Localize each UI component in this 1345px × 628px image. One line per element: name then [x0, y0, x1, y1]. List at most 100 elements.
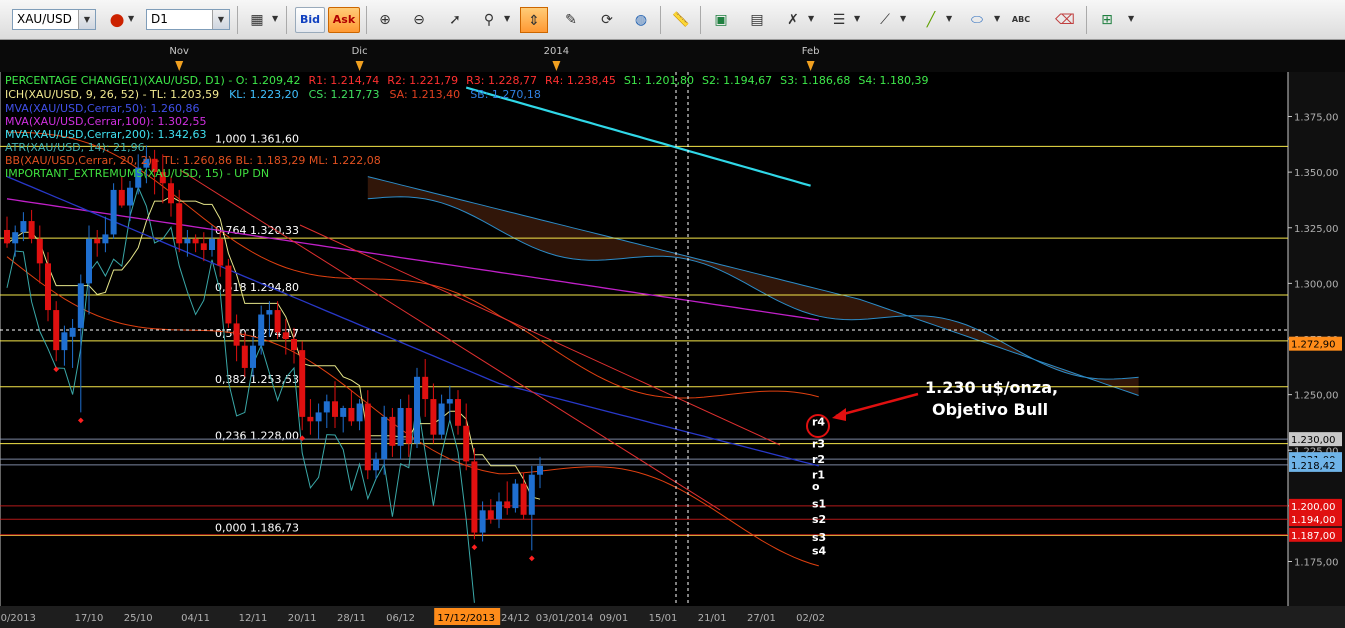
legend-s3: S3: 1.186,68	[780, 74, 850, 87]
candle-body	[405, 407, 412, 444]
fan-dropdown-icon[interactable]: ▼	[900, 14, 906, 23]
lines-dropdown-icon[interactable]: ▼	[854, 14, 860, 23]
price-chart[interactable]: Nov Dic 2014 Feb 1,000 1.361,60 0,764 1.320,…	[0, 40, 1345, 628]
properties-icon[interactable]: ✎	[558, 7, 584, 33]
separator	[237, 6, 238, 34]
chart-type-icon[interactable]: ▦	[244, 7, 270, 33]
zoom-in-icon[interactable]: ⊕	[372, 7, 398, 33]
globe-icon[interactable]: ◍	[628, 7, 654, 33]
chart-type-dropdown-icon[interactable]: ▼	[272, 14, 278, 23]
candle-body	[381, 416, 388, 460]
price-tag: 1.200,00	[1291, 502, 1336, 513]
candle-body	[446, 399, 453, 404]
candle-body	[307, 416, 314, 422]
ellipse-dropdown-icon[interactable]: ▼	[994, 14, 1000, 23]
candle-body	[291, 339, 297, 351]
top-axis-band	[0, 40, 1345, 72]
candle-body	[512, 483, 519, 509]
x-tick-label: 15/01	[649, 613, 678, 624]
x-tick-label: 03/01/2014	[536, 613, 594, 624]
legend-ichimoku-kl: KL: 1.223,20	[229, 88, 299, 101]
template-icon[interactable]: ▤	[744, 7, 770, 33]
candle-body	[299, 350, 306, 417]
pivot-marker-o: o	[812, 480, 820, 493]
pivot-marker-r2: r2	[812, 453, 825, 466]
zoom-out-icon[interactable]: ⊖	[406, 7, 432, 33]
y-tick-label: 1.300,00	[1294, 279, 1339, 290]
candle-body	[414, 376, 420, 444]
indicators-icon[interactable]: ✗	[780, 7, 806, 33]
candle-body	[77, 283, 84, 328]
cursor-icon[interactable]: ➚	[442, 7, 468, 33]
bid-button[interactable]: Bid	[295, 7, 325, 33]
separator	[700, 6, 701, 34]
candle-body	[118, 189, 125, 206]
zoom-box-dropdown-icon[interactable]: ▼	[504, 14, 510, 23]
candle-body	[504, 501, 511, 509]
fib-label: 0,764 1.320,33	[215, 224, 299, 237]
legend-mva-100: MVA(XAU/USD,Cerrar,100): 1.302,55	[5, 115, 206, 128]
legend-atr: ATR(XAU/USD, 14): 21,96	[5, 141, 145, 154]
fib-label: 0,000 1.186,73	[215, 521, 299, 534]
x-tick-label: 03/10/2013	[0, 613, 36, 624]
candle-body	[61, 332, 68, 351]
legend-s1: S1: 1.201,80	[624, 74, 694, 87]
picture-icon[interactable]: ▣	[708, 7, 734, 33]
zoom-box-icon[interactable]: ⚲	[476, 7, 502, 33]
legend-ichimoku-sb: SB: 1.270,18	[470, 88, 541, 101]
autoscroll-icon[interactable]: ⇕	[520, 7, 548, 33]
timeframe-select[interactable]: D1 ▼	[146, 9, 230, 30]
legend-bollinger: BB(XAU/USD,Cerrar, 20, 2) - TL: 1.260,86…	[5, 154, 381, 167]
symbol-select[interactable]: XAU/USD ▼	[12, 9, 96, 30]
x-tick-label: 17/10	[75, 613, 104, 624]
candle-body	[53, 310, 60, 351]
legend-ichimoku-sa: SA: 1.213,40	[389, 88, 460, 101]
hierarchy-icon[interactable]: ⊞	[1094, 7, 1120, 33]
month-label: Nov	[169, 46, 189, 57]
candle-body	[4, 229, 10, 244]
candle-body	[430, 399, 437, 435]
candle-body	[250, 345, 256, 368]
x-tick-label: 27/01	[747, 613, 776, 624]
candle-body	[258, 314, 265, 346]
candle-body	[176, 203, 183, 244]
candle-body	[274, 310, 281, 333]
eraser-icon[interactable]: ⌫	[1052, 7, 1078, 33]
separator	[1086, 6, 1087, 34]
refresh-icon[interactable]: ⟳	[594, 7, 620, 33]
candle-body	[20, 221, 27, 233]
y-tick-label: 1.325,00	[1294, 224, 1339, 235]
fan-icon[interactable]: ⟋	[872, 7, 898, 33]
record-icon[interactable]: ●	[104, 7, 130, 33]
trendline-dropdown-icon[interactable]: ▼	[946, 14, 952, 23]
candle-body	[209, 238, 215, 250]
price-tag: 1.272,90	[1291, 340, 1336, 351]
candle-body	[315, 412, 322, 422]
month-label: 2014	[544, 46, 569, 57]
lines-icon[interactable]: ☰	[826, 7, 852, 33]
ask-button[interactable]: Ask	[328, 7, 360, 33]
y-tick-label: 1.175,00	[1294, 558, 1339, 569]
ruler-icon[interactable]: 📏	[668, 7, 694, 33]
legend-s4: S4: 1.180,39	[858, 74, 928, 87]
fib-label: 1,000 1.361,60	[215, 132, 299, 145]
legend-mva-50: MVA(XAU/USD,Cerrar,50): 1.260,86	[5, 102, 199, 115]
candle-body	[94, 238, 101, 244]
candle-body	[332, 401, 338, 417]
candle-body	[520, 483, 527, 515]
pivot-marker-s4: s4	[812, 544, 827, 557]
y-tick-label: 1.375,00	[1294, 113, 1339, 124]
candle-body	[86, 238, 92, 284]
hierarchy-dropdown-icon[interactable]: ▼	[1128, 14, 1134, 23]
record-dropdown-icon[interactable]: ▼	[128, 14, 134, 23]
indicators-dropdown-icon[interactable]: ▼	[808, 14, 814, 23]
legend-r3: R3: 1.228,77	[466, 74, 537, 87]
price-tag: 1.218,42	[1291, 461, 1336, 472]
legend-ichimoku-cs: CS: 1.217,73	[309, 88, 380, 101]
price-tag: 1.194,00	[1291, 515, 1336, 526]
text-tool-icon[interactable]: ABC	[1008, 7, 1034, 33]
ellipse-icon[interactable]: ⬭	[964, 7, 990, 33]
legend-mva-200: MVA(XAU/USD,Cerrar,200): 1.342,63	[5, 128, 206, 141]
trendline-icon[interactable]: ╱	[918, 7, 944, 33]
pivot-marker-s2: s2	[812, 513, 826, 526]
